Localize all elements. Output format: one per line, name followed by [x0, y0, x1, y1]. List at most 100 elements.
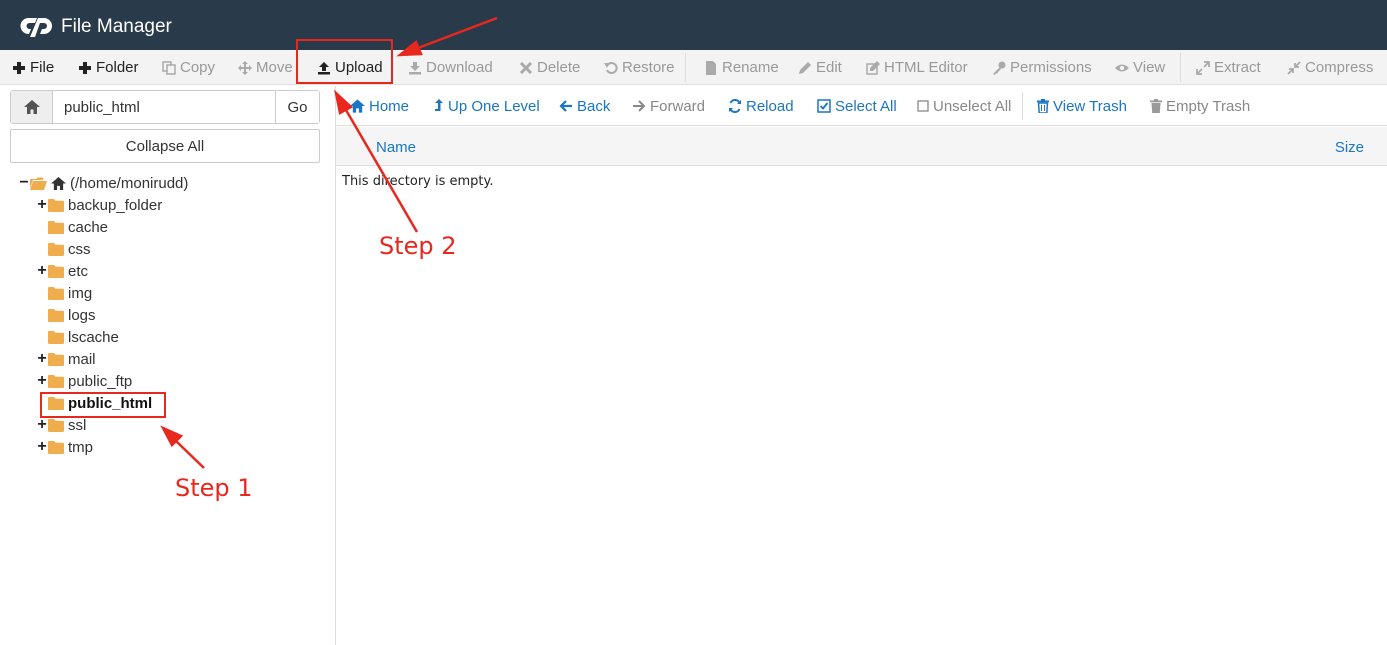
expand-toggle-icon[interactable]: +: [36, 351, 48, 367]
collapse-toggle-icon[interactable]: −: [18, 175, 30, 191]
home-icon: [350, 99, 365, 113]
tree-item-label: etc: [68, 262, 89, 280]
forward-button[interactable]: Forward: [632, 86, 705, 126]
tree-item[interactable]: logs: [36, 304, 96, 326]
view-label: View: [1133, 59, 1166, 76]
tree-item-label: backup_folder: [68, 196, 163, 214]
tree-item-label: logs: [68, 306, 96, 324]
home-icon: [23, 100, 40, 114]
new-file-button[interactable]: File: [12, 50, 54, 85]
restore-label: Restore: [622, 59, 675, 76]
move-button[interactable]: Move: [238, 50, 293, 85]
view-button[interactable]: View: [1115, 50, 1165, 85]
expand-toggle-icon[interactable]: +: [36, 197, 48, 213]
tree-item[interactable]: css: [36, 238, 91, 260]
expand-toggle-icon[interactable]: +: [36, 373, 48, 389]
back-button[interactable]: Back: [559, 86, 610, 126]
home-button[interactable]: Home: [350, 86, 409, 126]
new-folder-button[interactable]: Folder: [78, 50, 139, 85]
up-one-level-button[interactable]: Up One Level: [434, 86, 540, 126]
new-file-label: File: [30, 59, 55, 76]
tree-item-label: tmp: [68, 438, 94, 456]
forward-label: Forward: [650, 97, 706, 115]
tree-item[interactable]: + public_ftp: [36, 370, 132, 392]
collapse-all-button[interactable]: Collapse All: [10, 129, 320, 163]
folder-icon: [48, 264, 64, 278]
path-home-button[interactable]: [11, 91, 53, 123]
extract-label: Extract: [1214, 59, 1261, 76]
select-all-button[interactable]: Select All: [817, 86, 897, 126]
navigation-bar: Home Up One Level Back Forward Reload Se…: [336, 86, 1387, 126]
new-folder-label: Folder: [96, 59, 139, 76]
step2-highlight-box: [296, 39, 393, 84]
arrow-left-icon: [559, 100, 572, 112]
download-button[interactable]: Download: [408, 50, 493, 85]
tree-item[interactable]: + backup_folder: [36, 194, 162, 216]
refresh-icon: [729, 99, 741, 113]
download-label: Download: [426, 59, 493, 76]
delete-button[interactable]: Delete: [519, 50, 580, 85]
permissions-label: Permissions: [1010, 59, 1092, 76]
expand-toggle-icon[interactable]: +: [36, 263, 48, 279]
compress-icon: [1287, 60, 1301, 75]
tree-item-label: css: [68, 240, 91, 258]
copy-button[interactable]: Copy: [162, 50, 215, 85]
tree-item[interactable]: + mail: [36, 348, 96, 370]
compress-button[interactable]: Compress: [1287, 50, 1373, 85]
up-one-level-label: Up One Level: [448, 97, 540, 115]
expand-toggle-icon[interactable]: +: [36, 439, 48, 455]
unselect-all-button[interactable]: Unselect All: [917, 86, 1011, 126]
download-icon: [409, 61, 421, 74]
folder-icon: [48, 198, 64, 212]
level-up-icon: [435, 99, 443, 111]
tree-item-label: mail: [68, 350, 96, 368]
reload-button[interactable]: Reload: [728, 86, 794, 126]
tree-item[interactable]: cache: [36, 216, 108, 238]
delete-label: Delete: [537, 59, 581, 76]
check-square-icon: [817, 99, 831, 113]
permissions-button[interactable]: Permissions: [992, 50, 1092, 85]
html-editor-button[interactable]: HTML Editor: [866, 50, 968, 85]
folder-icon: [48, 242, 64, 256]
directory-tree-pane: Go Collapse All − (/home/monirudd) + back…: [0, 86, 335, 645]
edit-box-icon: [866, 60, 880, 75]
trash-icon: [1037, 99, 1049, 113]
tree-item[interactable]: + tmp: [36, 436, 93, 458]
path-input[interactable]: [54, 91, 275, 123]
column-header-name[interactable]: Name: [376, 139, 416, 156]
plus-icon: [13, 61, 25, 74]
tree-root[interactable]: − (/home/monirudd): [18, 172, 188, 194]
unselect-all-label: Unselect All: [933, 97, 1012, 115]
go-button[interactable]: Go: [275, 91, 319, 123]
view-trash-button[interactable]: View Trash: [1037, 86, 1127, 126]
folder-icon: [48, 352, 64, 366]
open-folder-icon: [30, 177, 47, 190]
edit-button[interactable]: Edit: [798, 50, 842, 85]
undo-icon: [604, 61, 618, 74]
tree-item-label: public_ftp: [68, 372, 133, 390]
column-header-size[interactable]: Size: [1335, 139, 1364, 156]
view-trash-label: View Trash: [1053, 97, 1127, 115]
empty-trash-button[interactable]: Empty Trash: [1150, 86, 1250, 126]
square-icon: [917, 100, 929, 112]
expand-toggle-icon[interactable]: +: [36, 417, 48, 433]
extract-button[interactable]: Extract: [1196, 50, 1261, 85]
copy-label: Copy: [180, 59, 216, 76]
key-icon: [993, 61, 1006, 75]
html-editor-label: HTML Editor: [884, 59, 968, 76]
toolbar: File Folder Copy Move Upload Download De…: [0, 50, 1387, 85]
tree-root-label: (/home/monirudd): [70, 174, 189, 192]
toolbar-divider: [1180, 53, 1181, 82]
step1-label: Step 1: [175, 474, 253, 502]
folder-icon: [48, 418, 64, 432]
tree-item[interactable]: + etc: [36, 260, 88, 282]
tree-item[interactable]: lscache: [36, 326, 119, 348]
close-icon: [519, 61, 533, 74]
restore-button[interactable]: Restore: [604, 50, 675, 85]
move-icon: [238, 60, 252, 75]
app-title: File Manager: [61, 16, 172, 37]
rename-button[interactable]: Rename: [704, 50, 779, 85]
home-icon: [51, 176, 66, 190]
tree-item[interactable]: img: [36, 282, 92, 304]
file-icon: [706, 60, 716, 75]
